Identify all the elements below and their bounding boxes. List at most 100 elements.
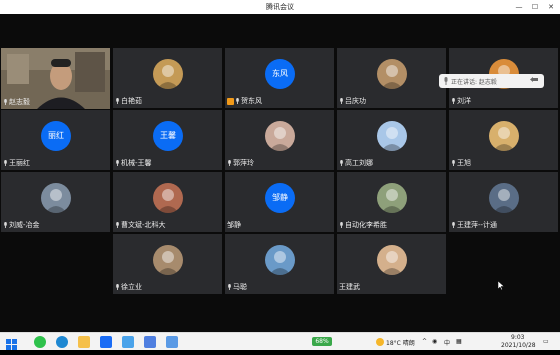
host-icon — [227, 97, 234, 105]
close-button[interactable]: ✕ — [544, 1, 558, 13]
participant-tile[interactable]: 徐立业 — [113, 234, 222, 294]
notification-icon[interactable]: ▭ — [543, 338, 549, 345]
title-bar: 腾讯会议 — ☐ ✕ — [0, 0, 560, 14]
profile-photo — [153, 183, 183, 213]
participant-tile[interactable]: 赵志毅 — [1, 48, 110, 109]
participant-tile[interactable]: 王建武 — [337, 234, 446, 294]
participant-name-label: 王建武 — [339, 283, 360, 292]
participant-name-label: 白艳茹 — [115, 97, 142, 106]
profile-photo — [153, 245, 183, 275]
profile-photo — [377, 245, 407, 275]
minimize-button[interactable]: — — [512, 1, 526, 13]
lang-indicator[interactable]: 中 — [444, 338, 450, 347]
participant-tile[interactable]: 曹文斌-北科大 — [113, 172, 222, 232]
participant-name: 王建武 — [339, 283, 360, 291]
participant-name-label: 王丽红 — [3, 159, 30, 168]
participant-name-label: 曹文斌-北科大 — [115, 221, 166, 230]
participant-tile[interactable]: 郭萍玲 — [225, 110, 334, 170]
participant-name-label: 郭萍玲 — [227, 159, 254, 168]
clock-time[interactable]: 9:03 — [511, 334, 524, 341]
participant-name: 邹静 — [227, 221, 241, 229]
folder-icon[interactable] — [78, 336, 90, 348]
edge-icon[interactable] — [56, 336, 68, 348]
speaker-mic-icon — [444, 77, 448, 85]
taskbar: 68% 18°C 晴朗 ^ ◉ 中 ▦ 9:03 2021/10/28 ▭ — [0, 332, 560, 350]
app3-icon[interactable] — [166, 336, 178, 348]
mic-off-icon — [4, 160, 7, 166]
participant-tile[interactable]: 白艳茹 — [113, 48, 222, 108]
participant-name-label: 马聪 — [227, 283, 247, 292]
app2-icon[interactable] — [144, 336, 156, 348]
speaking-text: 正在讲话: 赵志毅 — [451, 79, 497, 86]
participant-tile[interactable]: 吕庆功 — [337, 48, 446, 108]
speaking-collapse-icon[interactable] — [530, 77, 540, 85]
participant-name-label: 吕庆功 — [339, 97, 366, 106]
participant-tile[interactable]: 东风 贺东风 — [225, 48, 334, 108]
participant-name: 郭萍玲 — [233, 159, 254, 167]
profile-photo — [41, 183, 71, 213]
participant-tile[interactable]: 自动化李希胜 — [337, 172, 446, 232]
participant-name-label: 贺东风 — [227, 97, 262, 106]
tencent-meeting-icon[interactable] — [100, 336, 112, 348]
participant-tile[interactable]: 王馨 机械-王馨 — [113, 110, 222, 170]
battery-text: 68% — [315, 338, 329, 345]
meeting-grid: 赵志毅 白艳茹 东风 贺东风 吕庆功 刘洋 丽红 王丽红 王馨 机械-王馨 郭萍玲 高工刘娜 王旭 刘威-… — [0, 14, 560, 332]
participant-name: 赵志毅 — [9, 98, 30, 106]
mic-off-icon — [236, 98, 239, 104]
profile-photo — [377, 59, 407, 89]
mic-off-icon — [116, 222, 119, 228]
battery-indicator[interactable]: 68% — [312, 337, 332, 346]
profile-photo — [377, 121, 407, 151]
participant-name-label: 自动化李希胜 — [339, 221, 387, 230]
weather-icon — [376, 338, 384, 346]
participant-name: 机械-王馨 — [121, 159, 152, 167]
participant-name-label: 徐立业 — [115, 283, 142, 292]
participant-tile[interactable]: 刘威-冶金 — [1, 172, 110, 232]
participant-tile[interactable]: 高工刘娜 — [337, 110, 446, 170]
maximize-button[interactable]: ☐ — [528, 1, 542, 13]
profile-photo — [265, 121, 295, 151]
participant-name: 王建萍--计通 — [457, 221, 498, 229]
start-icon[interactable] — [6, 336, 18, 350]
participant-name-label: 刘威-冶金 — [3, 221, 40, 230]
participant-name-label: 刘洋 — [451, 97, 471, 106]
profile-photo — [153, 59, 183, 89]
participant-name: 刘威-冶金 — [9, 221, 40, 229]
profile-photo — [265, 245, 295, 275]
participant-tile[interactable]: 邹静 邹静 — [225, 172, 334, 232]
initials-avatar: 丽红 — [41, 121, 71, 151]
participant-name-label: 机械-王馨 — [115, 159, 152, 168]
participant-tile[interactable]: 丽红王丽红 — [1, 110, 110, 170]
network-icon[interactable]: ◉ — [432, 338, 437, 345]
app-icon[interactable] — [122, 336, 134, 348]
participant-name: 王旭 — [457, 159, 471, 167]
initials-avatar: 邹静 — [265, 183, 295, 213]
participant-tile[interactable]: 王建萍--计通 — [449, 172, 558, 232]
initials-avatar: 东风 — [265, 59, 295, 89]
mic-off-icon — [452, 160, 455, 166]
mic-off-icon — [340, 160, 343, 166]
participant-name: 自动化李希胜 — [345, 221, 387, 229]
participant-name-label: 邹静 — [227, 221, 241, 230]
participant-name: 徐立业 — [121, 283, 142, 291]
clock-date[interactable]: 2021/10/28 — [501, 342, 536, 349]
participant-tile[interactable]: 王旭 — [449, 110, 558, 170]
participant-name: 王丽红 — [9, 159, 30, 167]
mic-off-icon — [116, 98, 119, 104]
profile-photo — [377, 183, 407, 213]
mic-off-icon — [340, 98, 343, 104]
wechat-icon[interactable] — [34, 336, 46, 348]
tray-chevron-icon[interactable]: ^ — [422, 338, 427, 345]
participant-tile[interactable]: 马聪 — [225, 234, 334, 294]
window-title: 腾讯会议 — [266, 3, 294, 11]
participant-name-label: 王建萍--计通 — [451, 221, 497, 230]
weather-text[interactable]: 18°C 晴朗 — [386, 338, 415, 347]
ime-icon[interactable]: ▦ — [456, 338, 462, 345]
participant-name: 马聪 — [233, 283, 247, 291]
participant-name-label: 王旭 — [451, 159, 471, 168]
participant-name-label: 赵志毅 — [3, 98, 30, 107]
mic-off-icon — [4, 222, 7, 228]
mic-off-icon — [340, 222, 343, 228]
initials-avatar: 王馨 — [153, 121, 183, 151]
speaking-indicator: 正在讲话: 赵志毅 — [439, 74, 544, 88]
